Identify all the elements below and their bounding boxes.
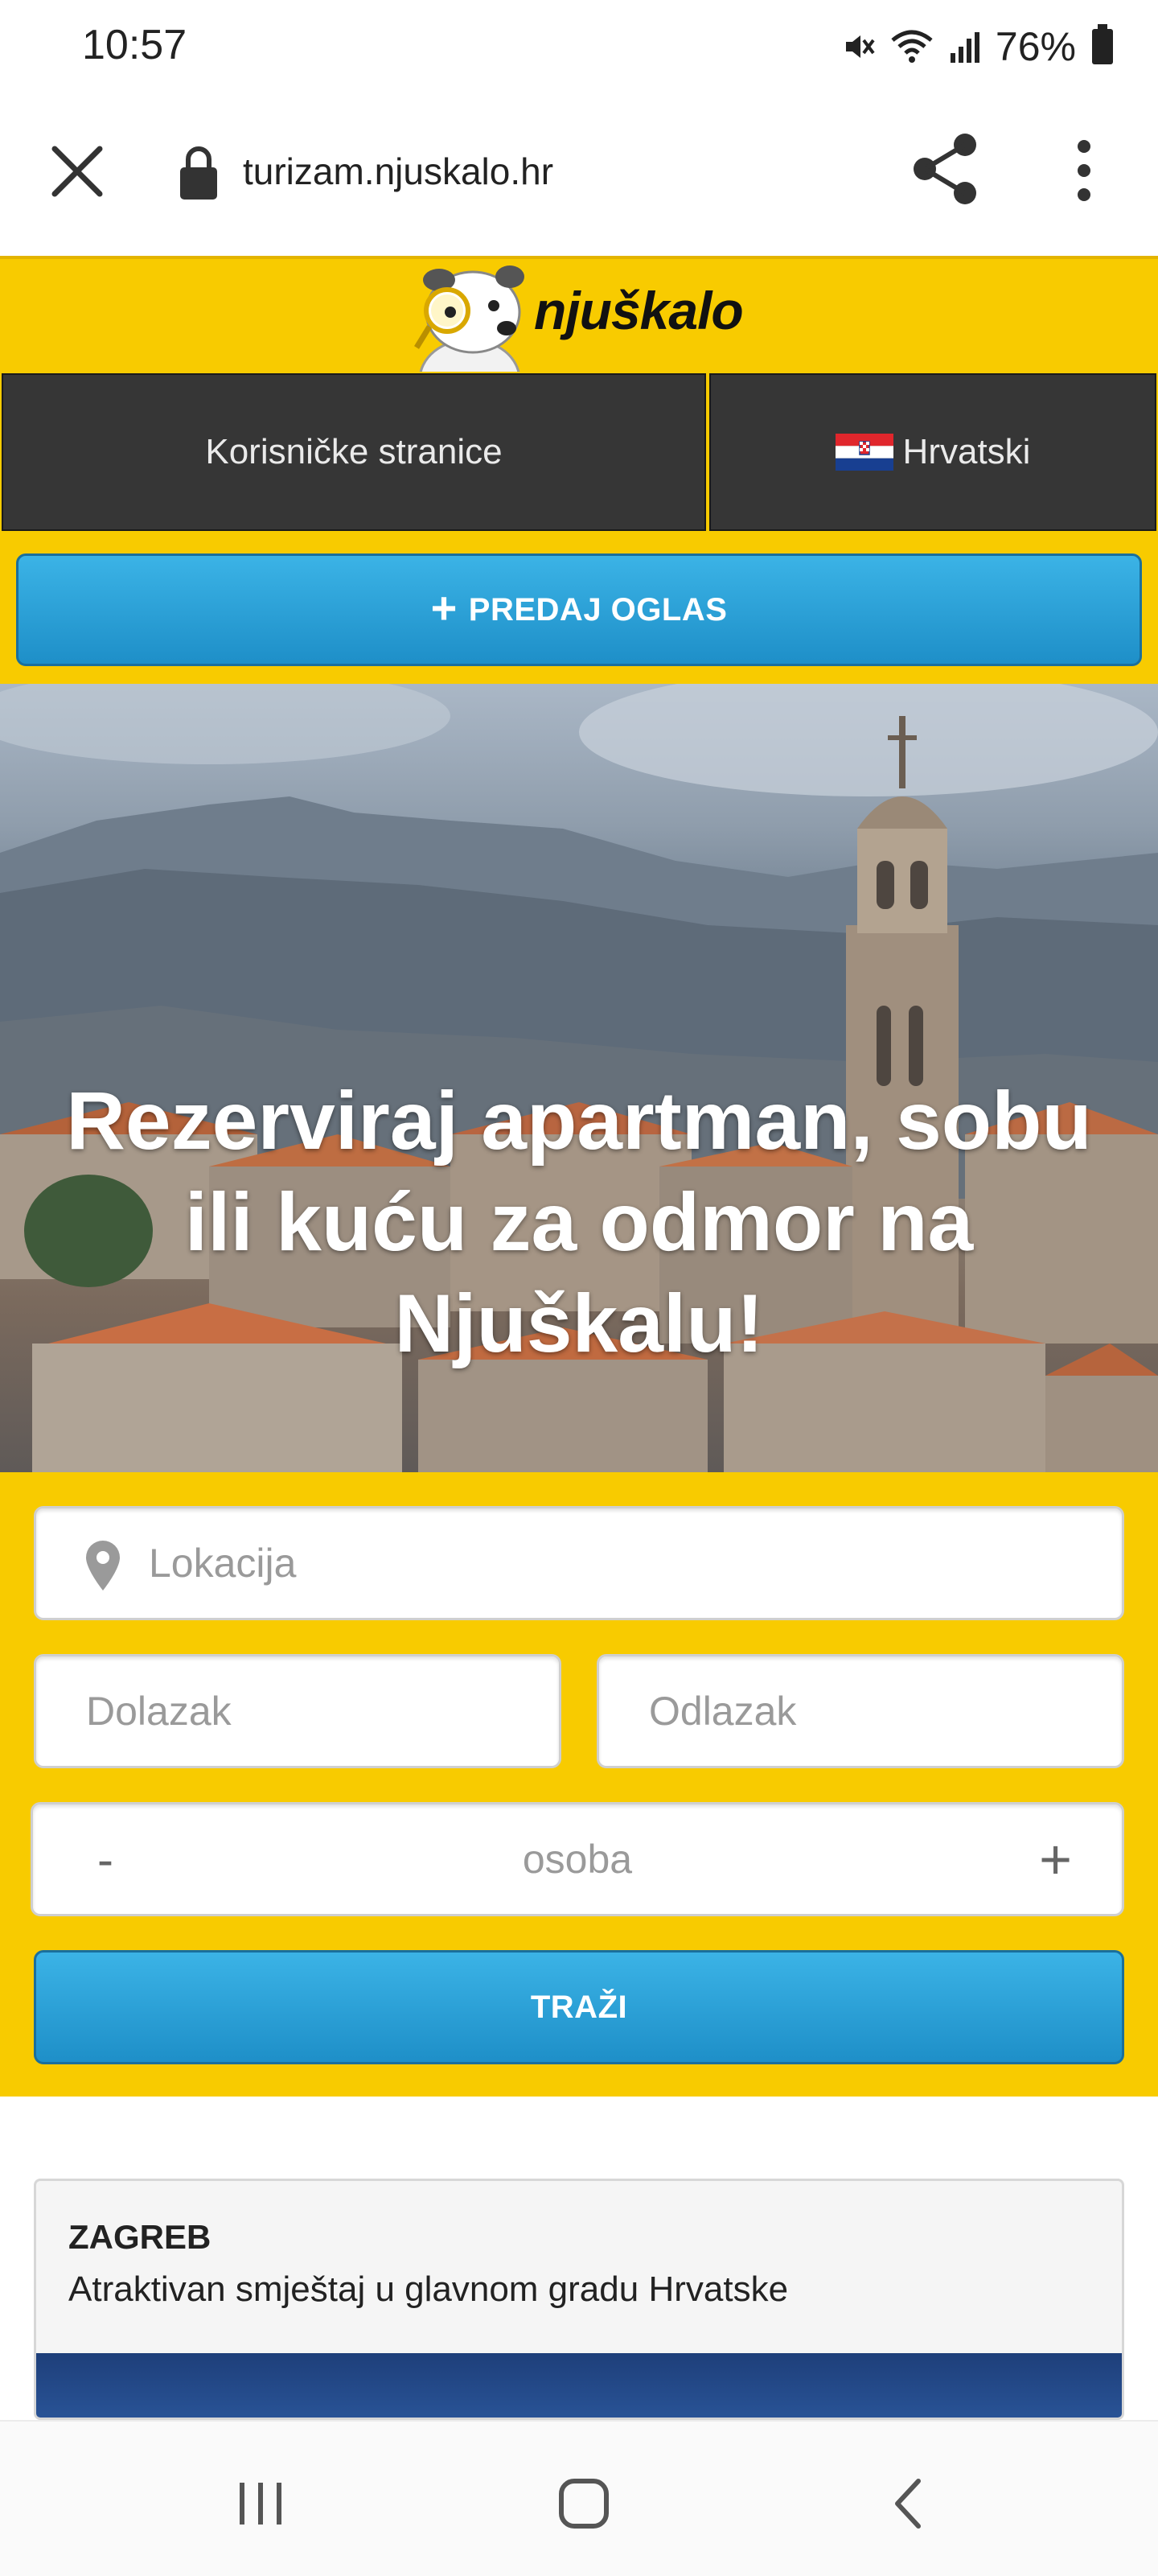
persons-decrement-button[interactable]: - (97, 1832, 113, 1887)
hero-title: Rezerviraj apartman, sobu ili kuću za od… (66, 1075, 1092, 1369)
system-nav-bar (0, 2420, 1158, 2576)
user-pages-link[interactable]: Korisničke stranice (2, 373, 706, 531)
lock-icon (180, 146, 217, 200)
more-vert-icon[interactable] (1060, 138, 1108, 203)
home-icon[interactable] (552, 2471, 616, 2536)
logo-header: njuškalo (0, 256, 1158, 375)
language-label: Hrvatski (902, 432, 1031, 471)
address-bar-url[interactable]: turizam.njuskalo.hr (243, 150, 553, 193)
status-icons: 76% (841, 21, 1113, 72)
arrival-placeholder: Dolazak (86, 1689, 232, 1734)
wifi-icon (891, 30, 933, 63)
close-icon[interactable] (47, 141, 108, 202)
plus-icon: + (430, 582, 458, 633)
battery-percent: 76% (995, 24, 1076, 69)
language-selector[interactable]: Hrvatski (709, 373, 1156, 531)
signal-icon (950, 32, 979, 63)
battery-icon (1092, 24, 1113, 64)
departure-date-input[interactable]: Odlazak (597, 1654, 1124, 1768)
back-icon[interactable] (877, 2471, 941, 2536)
status-time: 10:57 (82, 22, 187, 68)
share-icon[interactable] (907, 130, 984, 208)
card-image (36, 2353, 1122, 2418)
recent-apps-icon[interactable] (228, 2471, 293, 2536)
logo-dog-icon[interactable] (392, 259, 537, 375)
search-form: Lokacija Dolazak Odlazak - osoba + TRAŽI (0, 1472, 1158, 2097)
search-button[interactable]: TRAŽI (34, 1950, 1124, 2064)
logo-text[interactable]: njuškalo (534, 280, 744, 341)
departure-placeholder: Odlazak (649, 1689, 797, 1734)
location-pin-icon (86, 1541, 120, 1590)
destination-card[interactable]: ZAGREB Atraktivan smještaj u glavnom gra… (34, 2179, 1124, 2420)
croatian-flag-icon (835, 434, 893, 471)
card-subtitle: Atraktivan smještaj u glavnom gradu Hrva… (68, 2269, 789, 2309)
persons-increment-button[interactable]: + (1039, 1827, 1072, 1891)
arrival-date-input[interactable]: Dolazak (34, 1654, 561, 1768)
submit-ad-band: + PREDAJ OGLAS (0, 534, 1158, 684)
status-bar: 10:57 76% (0, 0, 1158, 97)
persons-placeholder: osoba (522, 1837, 633, 1882)
mute-icon (845, 35, 875, 58)
submit-ad-button[interactable]: + PREDAJ OGLAS (16, 553, 1142, 666)
location-input[interactable]: Lokacija (34, 1506, 1124, 1620)
submit-ad-label: PREDAJ OGLAS (468, 591, 728, 628)
persons-stepper[interactable]: - osoba + (31, 1802, 1124, 1916)
card-title: ZAGREB (68, 2218, 211, 2256)
top-nav: Korisničke stranice Hrvatski (0, 372, 1158, 534)
location-placeholder: Lokacija (149, 1541, 297, 1586)
browser-toolbar: turizam.njuskalo.hr (0, 97, 1158, 243)
hero-banner: Rezerviraj apartman, sobu ili kuću za od… (0, 684, 1158, 1472)
